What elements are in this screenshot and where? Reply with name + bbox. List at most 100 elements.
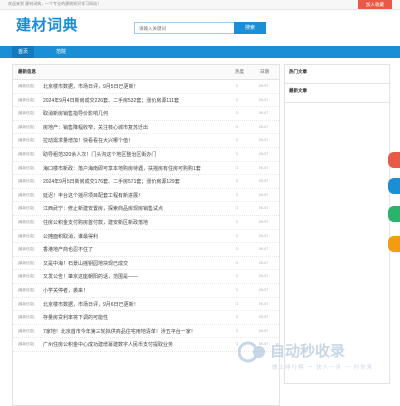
row-hot: 3 [236, 233, 238, 238]
row-hot: 3 [236, 111, 238, 116]
row-date: 09-07 [259, 151, 269, 156]
row-title[interactable]: 助导租范320余人次！门头沟这个地区整治区街办门 [43, 151, 228, 158]
table-row[interactable]: [最新信息] 又是中海！石景山摇钥园地块现已成交 3 09-07 [13, 257, 279, 271]
table-row[interactable]: [最新信息] 海口楼市新政：落户海南即可享本地购房待遇，扶摇房有住房可购购1套 3 0… [13, 162, 279, 176]
table-row[interactable]: [最新信息] 助导租范320余人次！门头沟这个地区整治区街办门 3 09-07 [13, 148, 279, 162]
float-top-icon[interactable] [388, 236, 400, 252]
row-date: 09-07 [259, 179, 269, 184]
row-date: 09-07 [259, 165, 269, 170]
table-row[interactable]: [最新信息] 小学关停者，袭来！ 3 09-07 [13, 284, 279, 298]
tab-second[interactable]: 范院 [50, 46, 72, 58]
row-tag: [最新信息] [18, 165, 35, 170]
row-date: 09-07 [259, 328, 269, 333]
row-date: 09-07 [259, 84, 269, 88]
watermark: 自动秒收录 做上排行榜 一 快人一步 一 约你来 [236, 338, 386, 378]
row-hot: 3 [236, 151, 238, 156]
row-hot: 3 [236, 247, 238, 252]
row-title[interactable]: 小学关停者，袭来！ [43, 287, 228, 294]
table-row[interactable]: [最新信息] 北京楼市数据，市场日评，9月5日已更新！ 3 09-07 [13, 80, 279, 94]
row-tag: [最新信息] [18, 111, 35, 116]
row-title[interactable]: 拉动需求量增加！快看看在大兴哪个值！ [43, 137, 228, 144]
row-title[interactable]: 香港地产商也忍不住了 [43, 246, 228, 253]
row-title[interactable]: 海口楼市新政：落户海南即可享本地购房待遇，扶摇房有住房可购购1套 [43, 165, 228, 172]
row-date: 09-07 [259, 97, 269, 102]
table-row[interactable]: [最新信息] 拉动需求量增加！快看看在大兴哪个值！ 3 09-07 [13, 134, 279, 148]
table-row[interactable]: [最新信息] 北京楼市数据，市场日评，9月6日已更新！ 3 09-07 [13, 298, 279, 312]
row-title[interactable]: 取消新房销售指导价影响几何 [43, 110, 228, 117]
row-hot: 3 [236, 315, 238, 320]
row-date: 09-07 [259, 138, 269, 143]
row-title[interactable]: 又发公告！肇京这座朝阳的话，范围是—— [43, 273, 228, 280]
table-row[interactable]: [最新信息] 2024年9月5日新房成交176套、二手房571套；涨价房源129套… [13, 175, 279, 189]
row-title[interactable]: 又是中海！石景山摇钥园地块现已成交 [43, 260, 228, 267]
row-title[interactable]: 江西武宁：修止新建安置房，探索商品房现房销售试点 [43, 205, 228, 212]
hot-articles-title: 热门文章 [289, 69, 307, 74]
row-date: 09-07 [259, 287, 269, 292]
row-date: 09-07 [259, 206, 269, 211]
row-title[interactable]: 2024年9月5日新房成交176套、二手房571套；涨价房源129套 [43, 178, 228, 185]
row-title[interactable]: 2024年9月4日新房成交226套、二手房532套；涨价房源111套 [43, 97, 228, 104]
float-qq-icon[interactable] [388, 178, 400, 194]
main-nav: 首页 范院 [0, 46, 400, 58]
watermark-text: 自动秒收录 [270, 343, 346, 360]
table-row[interactable]: [最新信息] 江西武宁：修止新建安置房，探索商品房现房销售试点 3 09-07 [13, 202, 279, 216]
row-hot: 3 [236, 165, 238, 170]
row-hot: 3 [236, 219, 238, 224]
row-title[interactable]: 公摊面积取消，谁最得利 [43, 233, 228, 240]
row-date: 09-07 [259, 233, 269, 238]
list-title: 最新信息 [18, 69, 36, 74]
row-tag: [最新信息] [18, 301, 35, 306]
watermark-logo-icon [238, 341, 265, 363]
row-hot: 3 [236, 192, 238, 197]
float-wechat-icon[interactable] [388, 206, 400, 222]
table-row[interactable]: [最新信息] 取消新房销售指导价影响几何 3 09-07 [13, 107, 279, 121]
row-tag: [最新信息] [18, 260, 35, 265]
latest-articles-title: 最新文章 [289, 88, 307, 93]
row-tag: [最新信息] [18, 97, 35, 102]
table-row[interactable]: [最新信息] 香港地产商也忍不住了 3 09-07 [13, 243, 279, 257]
bookmark-button[interactable]: 加入收藏 [358, 0, 392, 9]
row-title[interactable]: 广州住房公积金中心成功建增幂建数字人民币支付提取业务 [43, 341, 228, 348]
row-tag: [最新信息] [18, 206, 35, 211]
table-row[interactable]: [最新信息] 房地产：销售降幅收窄，关注核心城市复苏迁出 3 09-07 [13, 121, 279, 135]
row-title[interactable]: 住房公积金支付购房首付款，建安新区新政落地 [43, 219, 228, 226]
watermark-subtext: 做上排行榜 一 快人一步 一 约你来 [272, 365, 374, 371]
row-tag: [最新信息] [18, 151, 35, 156]
row-hot: 3 [236, 138, 238, 143]
row-hot: 3 [236, 328, 238, 333]
table-row[interactable]: [最新信息] 又发公告！肇京这座朝阳的话，范围是—— 3 09-07 [13, 270, 279, 284]
table-row[interactable]: [最新信息] 住房公积金支付购房首付款，建安新区新政落地 3 09-07 [13, 216, 279, 230]
welcome-text: 欢迎来到 建材词典，一个专业的建筑知识学习网站！ [8, 1, 102, 6]
table-row[interactable]: [最新信息] 延迟！丰台这个摇尽项目配套工程有新进展！ 3 09-07 [13, 189, 279, 203]
table-row[interactable]: [最新信息] 7家地！北京首市今年第三轮拟供商品住宅用地清单！涉五平台一家！ 3 09… [13, 325, 279, 339]
row-hot: 3 [236, 124, 238, 129]
row-tag: [最新信息] [18, 233, 35, 238]
table-row[interactable]: [最新信息] 2024年9月4日新房成交226套、二手房532套；涨价房源111套… [13, 94, 279, 108]
row-date: 09-07 [259, 260, 269, 265]
latest-articles-box: 最新文章 [285, 84, 389, 103]
article-list: [最新信息] 北京楼市数据，市场日评，9月5日已更新！ 3 09-07 [最新信息] 20… [13, 80, 279, 352]
row-title[interactable]: 北京楼市数据，市场日评，9月5日已更新！ [43, 83, 228, 90]
row-tag: [最新信息] [18, 84, 35, 88]
row-tag: [最新信息] [18, 328, 35, 333]
row-title[interactable]: 7家地！北京首市今年第三轮拟供商品住宅用地清单！涉五平台一家！ [43, 328, 228, 335]
row-title[interactable]: 北京楼市数据，市场日评，9月6日已更新！ [43, 301, 228, 308]
row-tag: [最新信息] [18, 287, 35, 292]
search-input[interactable] [134, 22, 234, 34]
search-button[interactable]: 搜索 [234, 22, 266, 34]
float-share-icon[interactable] [388, 152, 400, 168]
row-title[interactable]: 房地产：销售降幅收窄，关注核心城市复苏迁出 [43, 124, 228, 131]
top-bar: 欢迎来到 建材词典，一个专业的建筑知识学习网站！ 加入收藏 [0, 0, 400, 10]
site-logo[interactable]: 建材词典 [16, 14, 78, 35]
row-title[interactable]: 延迟！丰台这个摇尽项目配套工程有新进展！ [43, 192, 228, 199]
tab-home[interactable]: 首页 [12, 46, 34, 58]
table-row[interactable]: [最新信息] 存量房贷利率将下调的可能性 3 09-07 [13, 311, 279, 325]
row-tag: [最新信息] [18, 219, 35, 224]
table-row[interactable]: [最新信息] 公摊面积取消，谁最得利 3 09-07 [13, 230, 279, 244]
row-tag: [最新信息] [18, 342, 35, 347]
row-title[interactable]: 存量房贷利率将下调的可能性 [43, 314, 228, 321]
column-date: 日期 [260, 69, 269, 74]
row-hot: 3 [236, 84, 238, 88]
row-date: 09-07 [259, 219, 269, 224]
row-date: 09-07 [259, 111, 269, 116]
